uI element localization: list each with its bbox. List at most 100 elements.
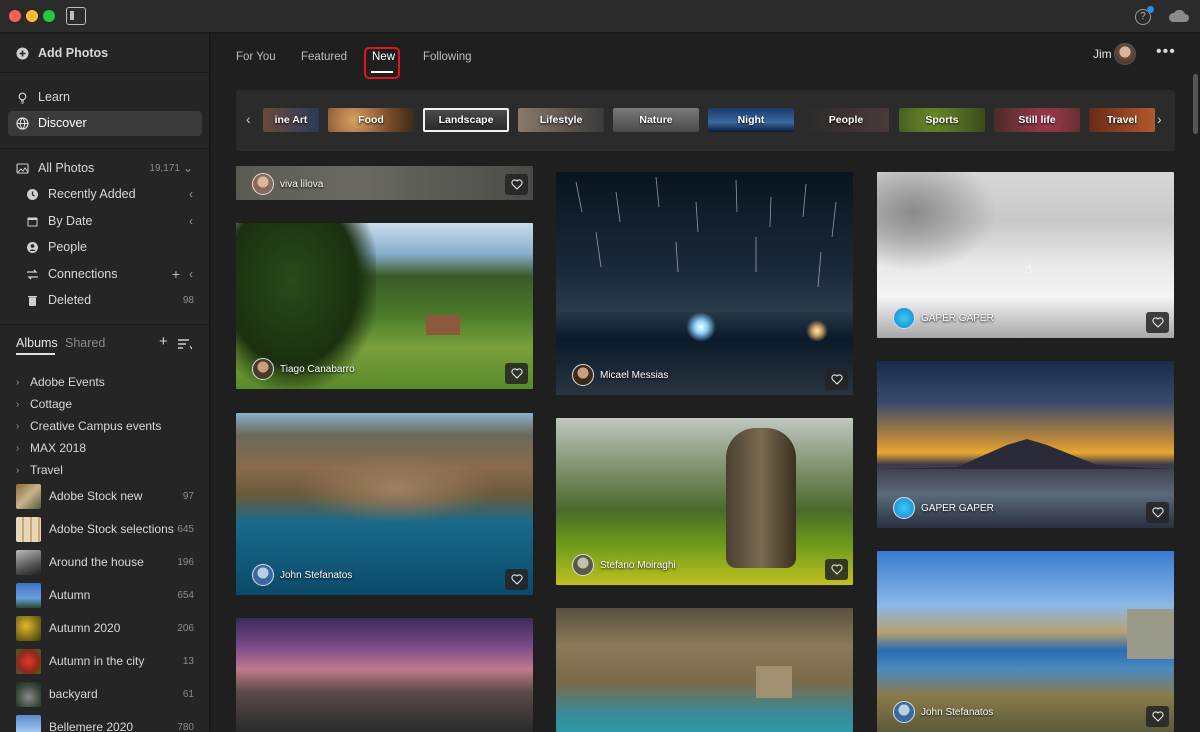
- album-item[interactable]: Autumn 654: [16, 582, 196, 608]
- photo-author[interactable]: Micael Messias: [572, 364, 668, 386]
- album-item[interactable]: Adobe Stock new 97: [16, 483, 196, 509]
- category-landscape[interactable]: Landscape: [423, 108, 509, 132]
- tab-shared[interactable]: Shared: [65, 336, 105, 350]
- photo-tile[interactable]: ☝ GAPER GAPER: [877, 172, 1174, 338]
- photo-author[interactable]: GAPER GAPER: [893, 307, 994, 329]
- tab-following[interactable]: Following: [423, 51, 472, 63]
- photo-tile[interactable]: viva lilova: [236, 166, 533, 200]
- user-name[interactable]: Jim: [1093, 47, 1112, 61]
- favorite-button[interactable]: [1146, 706, 1169, 727]
- photo-author[interactable]: Stefano Moiraghi: [572, 554, 676, 576]
- sidebar-item-connections[interactable]: Connections + ‹: [0, 262, 209, 286]
- scrollbar[interactable]: [1193, 74, 1198, 134]
- photo-tile[interactable]: Tiago Canabarro: [236, 223, 533, 389]
- chevron-right-icon[interactable]: ›: [16, 465, 30, 476]
- favorite-button[interactable]: [825, 559, 848, 580]
- more-options-icon[interactable]: •••: [1156, 43, 1176, 61]
- album-count: 97: [182, 490, 194, 502]
- favorite-button[interactable]: [1146, 502, 1169, 523]
- photo-tile[interactable]: John Stefanatos: [877, 551, 1174, 732]
- all-photos-count: 19,171: [149, 162, 180, 174]
- album-count: 61: [182, 688, 194, 700]
- chevron-left-icon[interactable]: ‹: [189, 187, 193, 201]
- chevron-down-icon[interactable]: ⌄: [183, 161, 193, 175]
- chevron-right-icon[interactable]: ›: [16, 399, 30, 410]
- photo-tile[interactable]: Micael Messias: [556, 172, 853, 395]
- avatar[interactable]: [1114, 43, 1136, 65]
- sidebar-item-all-photos[interactable]: All Photos 19,171 ⌄: [0, 156, 209, 180]
- favorite-button[interactable]: [505, 363, 528, 384]
- favorite-button[interactable]: [505, 569, 528, 590]
- album-item[interactable]: Bellemere 2020 780: [16, 714, 196, 732]
- photo-tile[interactable]: Stefano Moiraghi: [556, 418, 853, 585]
- panel-toggle-icon[interactable]: [66, 7, 86, 25]
- sort-icon[interactable]: [178, 338, 192, 350]
- folder-item[interactable]: › Creative Campus events: [16, 416, 161, 436]
- close-window-button[interactable]: [9, 10, 21, 22]
- folder-item[interactable]: › Adobe Events: [16, 372, 105, 392]
- discover-label: Discover: [38, 116, 87, 130]
- heart-icon: [1151, 507, 1164, 518]
- folder-item[interactable]: › MAX 2018: [16, 438, 86, 458]
- cloud-icon[interactable]: [1168, 9, 1190, 23]
- sidebar-item-deleted[interactable]: Deleted 98: [0, 288, 209, 312]
- photo-author[interactable]: John Stefanatos: [252, 564, 352, 586]
- category-still-life[interactable]: Still life: [994, 108, 1080, 132]
- sidebar-item-learn[interactable]: Learn: [0, 85, 209, 109]
- photo-author[interactable]: John Stefanatos: [893, 701, 993, 723]
- zoom-window-button[interactable]: [43, 10, 55, 22]
- add-album-icon[interactable]: +: [159, 333, 168, 350]
- sidebar-item-recently-added[interactable]: Recently Added ‹: [0, 182, 209, 206]
- category-sports[interactable]: Sports: [899, 108, 985, 132]
- category-lifestyle[interactable]: Lifestyle: [518, 108, 604, 132]
- album-item[interactable]: Autumn 2020 206: [16, 615, 196, 641]
- photo-tile[interactable]: [556, 608, 853, 732]
- photo-author[interactable]: GAPER GAPER: [893, 497, 994, 519]
- category-night[interactable]: Night: [708, 108, 794, 132]
- category-nature[interactable]: Nature: [613, 108, 699, 132]
- photo-tile[interactable]: John Stefanatos: [236, 413, 533, 595]
- tab-featured[interactable]: Featured: [301, 51, 347, 63]
- chevron-left-icon[interactable]: ‹: [246, 111, 251, 127]
- divider: [0, 324, 209, 325]
- folder-item[interactable]: › Travel: [16, 460, 63, 480]
- category-food[interactable]: Food: [328, 108, 414, 132]
- chevron-right-icon[interactable]: ›: [1157, 111, 1162, 127]
- photo-tile[interactable]: [236, 618, 533, 732]
- tab-albums[interactable]: Albums: [16, 336, 58, 350]
- chevron-left-icon[interactable]: ‹: [189, 267, 193, 281]
- minimize-window-button[interactable]: [26, 10, 38, 22]
- photo-author[interactable]: Tiago Canabarro: [252, 358, 355, 380]
- favorite-button[interactable]: [825, 369, 848, 390]
- help-icon[interactable]: ?: [1135, 6, 1154, 25]
- favorite-button[interactable]: [505, 174, 528, 195]
- favorite-button[interactable]: [1146, 312, 1169, 333]
- chevron-right-icon[interactable]: ›: [16, 421, 30, 432]
- category-fine-art[interactable]: ine Art: [263, 108, 319, 132]
- album-label: Adobe Stock new: [49, 489, 143, 503]
- album-item[interactable]: backyard 61: [16, 681, 196, 707]
- add-photos-button[interactable]: Add Photos: [0, 41, 209, 65]
- photo-house: [426, 315, 460, 335]
- chevron-right-icon[interactable]: ›: [16, 377, 30, 388]
- photo-author[interactable]: viva lilova: [252, 173, 323, 195]
- chevron-left-icon[interactable]: ‹: [189, 214, 193, 228]
- album-item[interactable]: Around the house 196: [16, 549, 196, 575]
- chevron-right-icon[interactable]: ›: [16, 443, 30, 454]
- folder-item[interactable]: › Cottage: [16, 394, 72, 414]
- category-travel[interactable]: Travel: [1089, 108, 1155, 132]
- sidebar-item-discover[interactable]: Discover: [0, 111, 209, 135]
- sidebar-item-by-date[interactable]: By Date ‹: [0, 209, 209, 233]
- globe-icon: [16, 116, 29, 130]
- sidebar-item-people[interactable]: People: [0, 235, 209, 259]
- photo-ruin: [756, 666, 792, 698]
- tab-for-you[interactable]: For You: [236, 51, 276, 63]
- photo-tile[interactable]: GAPER GAPER: [877, 361, 1174, 528]
- author-name: Micael Messias: [600, 369, 669, 381]
- photo-ruin-wall: [1127, 609, 1174, 659]
- album-item[interactable]: Adobe Stock selections 645: [16, 516, 196, 542]
- add-connection-icon[interactable]: +: [172, 266, 180, 282]
- category-people[interactable]: People: [803, 108, 889, 132]
- title-bar: ?: [0, 0, 1200, 33]
- album-item[interactable]: Autumn in the city 13: [16, 648, 196, 674]
